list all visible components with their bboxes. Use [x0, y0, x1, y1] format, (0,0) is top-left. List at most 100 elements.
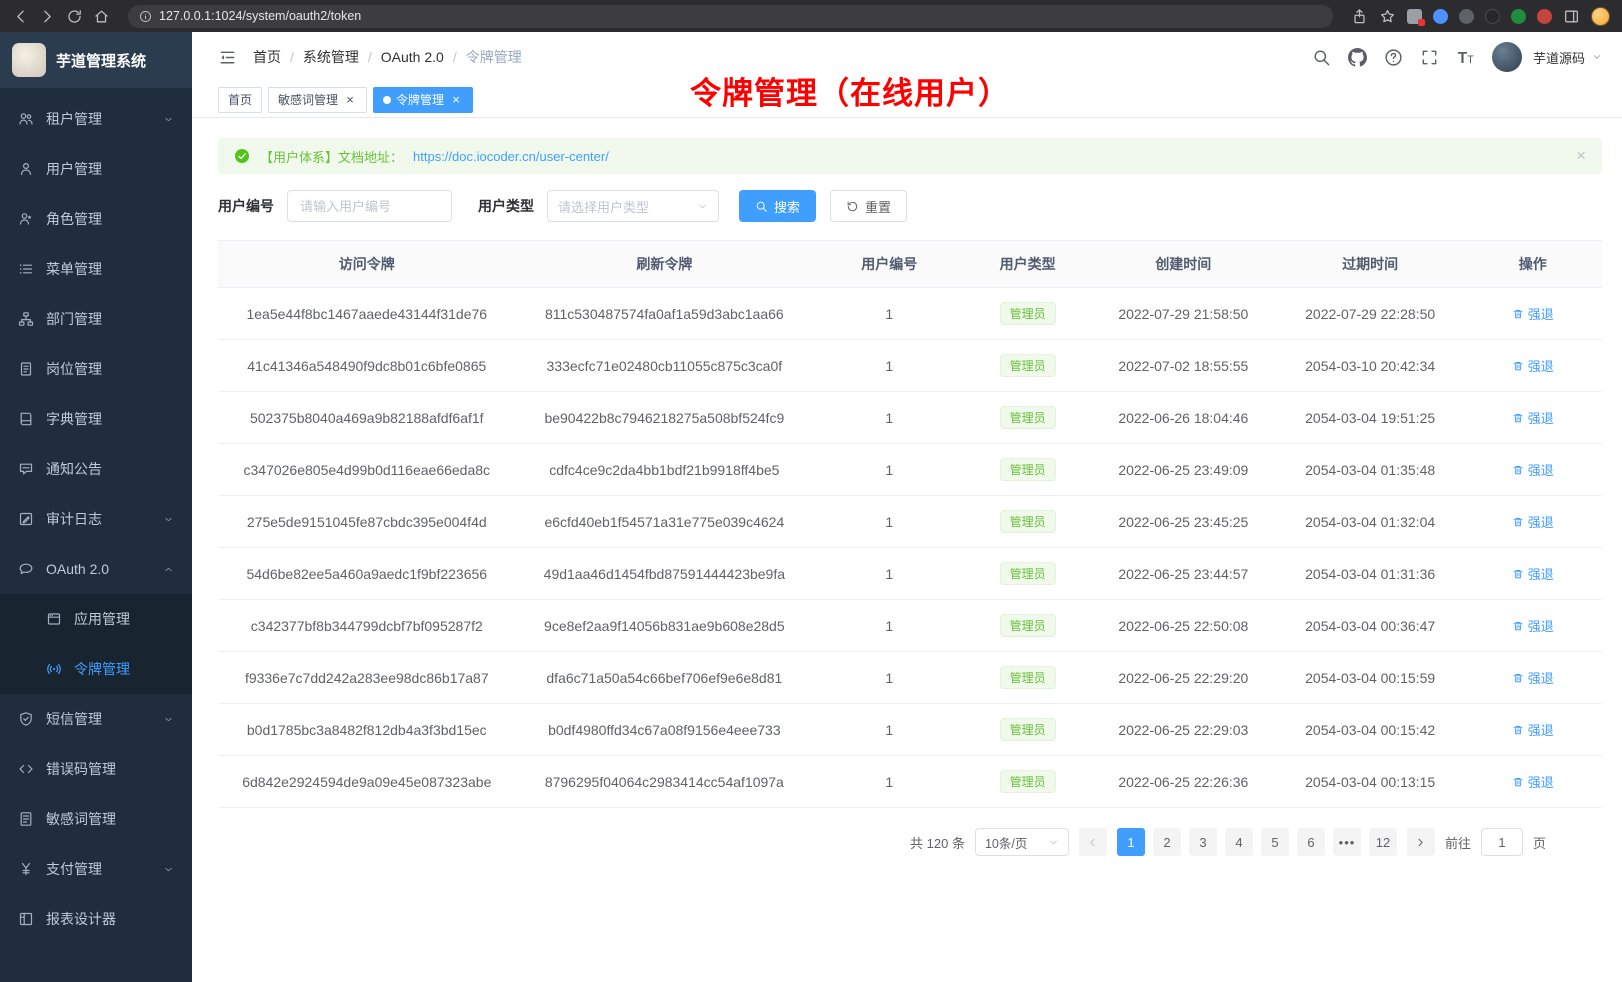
sidebar-item-oauth-token[interactable]: 令牌管理 [0, 644, 192, 694]
reload-icon[interactable] [66, 8, 83, 25]
expire-time-cell: 2054-03-04 01:35:48 [1277, 444, 1464, 496]
role-icon [18, 211, 34, 227]
breadcrumb-item[interactable]: OAuth 2.0 [381, 49, 444, 65]
sidebar-item-pay[interactable]: 支付管理 [0, 844, 192, 894]
sidebar-item-role[interactable]: 角色管理 [0, 194, 192, 244]
sidebar-item-post[interactable]: 岗位管理 [0, 344, 192, 394]
page-size-value: 10条/页 [985, 833, 1027, 852]
sidebar-fold-icon[interactable] [218, 48, 237, 67]
force-logout-button[interactable]: 强退 [1512, 460, 1554, 479]
sidebar-item-user[interactable]: 用户管理 [0, 144, 192, 194]
page-button[interactable]: 2 [1153, 828, 1181, 856]
user-type-cell: 管理员 [965, 288, 1090, 340]
view-tag[interactable]: 首页 [218, 87, 262, 113]
search-icon[interactable] [1312, 48, 1331, 67]
audit-icon [18, 511, 34, 527]
user-type-cell: 管理员 [965, 548, 1090, 600]
expire-time-cell: 2054-03-04 00:15:59 [1277, 652, 1464, 704]
sidebar-item-dict[interactable]: 字典管理 [0, 394, 192, 444]
search-button[interactable]: 搜索 [739, 190, 816, 222]
force-logout-button[interactable]: 强退 [1512, 356, 1554, 375]
user-type-cell: 管理员 [965, 340, 1090, 392]
back-icon[interactable] [12, 8, 29, 25]
sidebar-item-oauth-app[interactable]: 应用管理 [0, 594, 192, 644]
sidebar-item-sms[interactable]: 短信管理 [0, 694, 192, 744]
extension-icon[interactable] [1407, 9, 1422, 24]
access-token-cell: 41c41346a548490f9dc8b01c6bfe0865 [218, 340, 516, 392]
force-logout-button[interactable]: 强退 [1512, 668, 1554, 687]
page-button[interactable]: 6 [1297, 828, 1325, 856]
table-body: 1ea5e44f8bc1467aaede43144f31de76811c5304… [218, 288, 1602, 808]
sidebar-item-sensitive[interactable]: 敏感词管理 [0, 794, 192, 844]
doc-link[interactable]: https://doc.iocoder.cn/user-center/ [413, 149, 609, 164]
forward-icon[interactable] [39, 8, 56, 25]
user-id-input[interactable] [287, 190, 452, 222]
sidebar-item-tenant[interactable]: 租户管理 [0, 94, 192, 144]
sidebar-item-menu[interactable]: 菜单管理 [0, 244, 192, 294]
sidebar-item-report[interactable]: 报表设计器 [0, 894, 192, 944]
access-token-cell: c347026e805e4d99b0d116eae66eda8c [218, 444, 516, 496]
bookmark-star-icon[interactable] [1379, 8, 1396, 25]
site-info-icon[interactable] [139, 10, 152, 23]
extension-icon[interactable] [1537, 9, 1552, 24]
force-logout-button[interactable]: 强退 [1512, 772, 1554, 791]
extension-icon[interactable] [1485, 9, 1500, 24]
table-row: 502375b8040a469a9b82188afdf6af1fbe90422b… [218, 392, 1602, 444]
page-size-select[interactable]: 10条/页 [975, 828, 1069, 856]
share-icon[interactable] [1351, 8, 1368, 25]
home-icon[interactable] [93, 8, 110, 25]
tag-close-icon[interactable]: × [343, 93, 357, 107]
next-page-button[interactable] [1407, 828, 1435, 856]
alert-close-icon[interactable]: × [1576, 146, 1586, 166]
breadcrumb-item[interactable]: 系统管理 [303, 47, 359, 67]
sidebar-item-notice[interactable]: 通知公告 [0, 444, 192, 494]
sidebar-item-label: 应用管理 [74, 609, 174, 629]
tag-close-icon[interactable]: × [449, 93, 463, 107]
goto-page-input[interactable] [1481, 828, 1523, 856]
table-row: 1ea5e44f8bc1467aaede43144f31de76811c5304… [218, 288, 1602, 340]
github-icon[interactable] [1348, 48, 1367, 67]
help-icon[interactable] [1384, 48, 1403, 67]
browser-profile-avatar[interactable] [1591, 7, 1610, 26]
action-cell: 强退 [1464, 704, 1602, 756]
font-size-icon[interactable]: TT [1456, 48, 1475, 67]
table-row: 54d6be82ee5a460a9aedc1f9bf22365649d1aa46… [218, 548, 1602, 600]
extension-icon[interactable] [1433, 9, 1448, 24]
user-type-select[interactable]: 请选择用户类型 [547, 190, 719, 222]
force-logout-button[interactable]: 强退 [1512, 564, 1554, 583]
fullscreen-icon[interactable] [1420, 48, 1439, 67]
page-button[interactable]: 12 [1369, 828, 1397, 856]
goto-unit: 页 [1533, 833, 1546, 852]
force-logout-button[interactable]: 强退 [1512, 616, 1554, 635]
force-logout-button[interactable]: 强退 [1512, 512, 1554, 531]
reset-button[interactable]: 重置 [830, 190, 907, 222]
sidebar-item-label: 角色管理 [46, 209, 174, 229]
username[interactable]: 芋道源码 [1533, 48, 1585, 67]
action-cell: 强退 [1464, 392, 1602, 444]
url-bar[interactable]: 127.0.0.1:1024/system/oauth2/token [128, 5, 1333, 28]
sidebar-item-label: 岗位管理 [46, 359, 174, 379]
sidebar-item-oauth[interactable]: OAuth 2.0 [0, 544, 192, 594]
user-avatar[interactable] [1492, 42, 1522, 72]
table-row: c342377bf8b344799dcbf7bf095287f29ce8ef2a… [218, 600, 1602, 652]
breadcrumb: 首页/系统管理/OAuth 2.0/令牌管理 [253, 47, 522, 67]
sidebar-item-errorcode[interactable]: 错误码管理 [0, 744, 192, 794]
extension-icon[interactable] [1459, 9, 1474, 24]
chevron-down-icon[interactable] [1592, 52, 1602, 62]
top-navbar: 首页/系统管理/OAuth 2.0/令牌管理 TT 芋道源码 [192, 32, 1622, 82]
force-logout-button[interactable]: 强退 [1512, 408, 1554, 427]
view-tag[interactable]: 令牌管理× [373, 87, 473, 113]
breadcrumb-item[interactable]: 首页 [253, 47, 281, 67]
page-button[interactable]: 4 [1225, 828, 1253, 856]
force-logout-button[interactable]: 强退 [1512, 304, 1554, 323]
page-button[interactable]: 3 [1189, 828, 1217, 856]
page-button[interactable]: 1 [1117, 828, 1145, 856]
extension-icon[interactable] [1511, 9, 1526, 24]
side-panel-icon[interactable] [1563, 8, 1580, 25]
force-logout-button[interactable]: 强退 [1512, 720, 1554, 739]
view-tag[interactable]: 敏感词管理× [268, 87, 367, 113]
sidebar-item-audit[interactable]: 审计日志 [0, 494, 192, 544]
prev-page-button[interactable] [1079, 828, 1107, 856]
sidebar-item-dept[interactable]: 部门管理 [0, 294, 192, 344]
page-button[interactable]: 5 [1261, 828, 1289, 856]
